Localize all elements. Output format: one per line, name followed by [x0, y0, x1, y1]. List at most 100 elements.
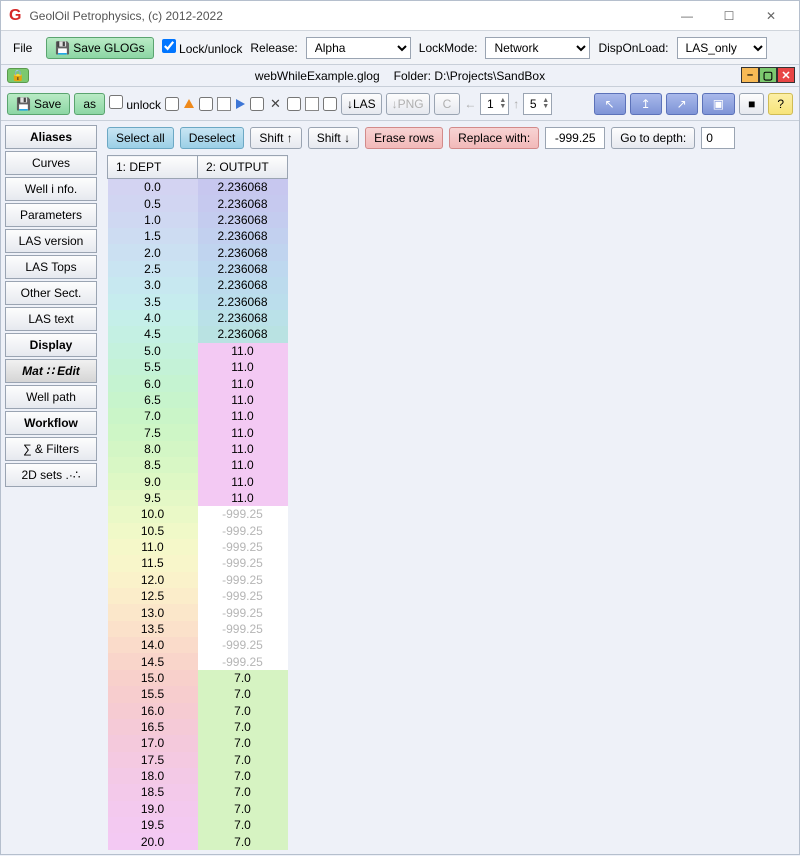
sidebar-item-display[interactable]: Display [5, 333, 97, 357]
cell-output[interactable]: 7.0 [198, 735, 288, 751]
table-row[interactable]: 19.57.0 [108, 817, 288, 833]
nav-right-spinner[interactable]: 5▲▼ [523, 93, 552, 115]
save-button[interactable]: 💾Save [7, 93, 70, 115]
cell-output[interactable]: 7.0 [198, 768, 288, 784]
sidebar-item-parameters[interactable]: Parameters [5, 203, 97, 227]
cell-output[interactable]: 7.0 [198, 752, 288, 768]
sidebar-item--filters[interactable]: ∑ & Filters [5, 437, 97, 461]
cell-output[interactable]: 11.0 [198, 441, 288, 457]
las-export-button[interactable]: ↓LAS [341, 93, 382, 115]
table-row[interactable]: 1.02.236068 [108, 212, 288, 228]
cell-output[interactable]: 2.236068 [198, 310, 288, 326]
sidebar-item-other-sect-[interactable]: Other Sect. [5, 281, 97, 305]
table-row[interactable]: 8.511.0 [108, 457, 288, 473]
orange-swatch-checkbox[interactable] [165, 97, 179, 111]
cell-output[interactable]: 7.0 [198, 703, 288, 719]
table-row[interactable]: 4.52.236068 [108, 326, 288, 342]
cell-dept[interactable]: 18.0 [108, 768, 198, 784]
cell-dept[interactable]: 14.5 [108, 653, 198, 669]
cell-output[interactable]: 7.0 [198, 686, 288, 702]
sidebar-item-2d-sets-[interactable]: 2D sets .·∴ [5, 463, 97, 487]
tool2-button[interactable]: ↥ [630, 93, 662, 115]
deselect-button[interactable]: Deselect [180, 127, 245, 149]
cell-dept[interactable]: 19.5 [108, 817, 198, 833]
cell-dept[interactable]: 16.5 [108, 719, 198, 735]
table-row[interactable]: 16.57.0 [108, 719, 288, 735]
table-row[interactable]: 18.57.0 [108, 784, 288, 800]
x-swatch-checkbox[interactable] [250, 97, 264, 111]
cell-dept[interactable]: 5.5 [108, 359, 198, 375]
replace-with-button[interactable]: Replace with: [449, 127, 539, 149]
cell-output[interactable]: 7.0 [198, 670, 288, 686]
cell-output[interactable]: -999.25 [198, 506, 288, 522]
cell-output[interactable]: 2.236068 [198, 195, 288, 211]
tool3-button[interactable]: ↗ [666, 93, 698, 115]
file-menu[interactable]: File [7, 37, 38, 59]
grey-swatch-checkbox[interactable] [287, 97, 301, 111]
sidebar-item-las-tops[interactable]: LAS Tops [5, 255, 97, 279]
cell-dept[interactable]: 7.5 [108, 424, 198, 440]
cell-dept[interactable]: 8.5 [108, 457, 198, 473]
table-row[interactable]: 10.5-999.25 [108, 523, 288, 539]
tool4-button[interactable]: ▣ [702, 93, 735, 115]
goto-depth-input[interactable] [701, 127, 735, 149]
cell-output[interactable]: 11.0 [198, 392, 288, 408]
table-row[interactable]: 15.07.0 [108, 670, 288, 686]
replace-value-input[interactable] [545, 127, 605, 149]
table-row[interactable]: 17.57.0 [108, 752, 288, 768]
table-row[interactable]: 3.02.236068 [108, 277, 288, 293]
cell-dept[interactable]: 1.0 [108, 212, 198, 228]
cell-dept[interactable]: 6.5 [108, 392, 198, 408]
cell-output[interactable]: -999.25 [198, 637, 288, 653]
cell-dept[interactable]: 12.5 [108, 588, 198, 604]
cell-dept[interactable]: 19.0 [108, 801, 198, 817]
table-row[interactable]: 17.07.0 [108, 735, 288, 751]
cell-dept[interactable]: 6.0 [108, 375, 198, 391]
table-row[interactable]: 18.07.0 [108, 768, 288, 784]
table-row[interactable]: 7.511.0 [108, 424, 288, 440]
cell-output[interactable]: 11.0 [198, 359, 288, 375]
table-row[interactable]: 13.5-999.25 [108, 621, 288, 637]
cell-dept[interactable]: 17.5 [108, 752, 198, 768]
table-row[interactable]: 13.0-999.25 [108, 604, 288, 620]
table-row[interactable]: 1.52.236068 [108, 228, 288, 244]
sidebar-item-las-version[interactable]: LAS version [5, 229, 97, 253]
minimize-button[interactable]: — [667, 4, 707, 28]
table-row[interactable]: 11.5-999.25 [108, 555, 288, 571]
cell-dept[interactable]: 3.0 [108, 277, 198, 293]
lock-icon[interactable]: 🔒 [7, 68, 29, 83]
stop-button[interactable]: ■ [739, 93, 764, 115]
cell-output[interactable]: 7.0 [198, 801, 288, 817]
table-row[interactable]: 8.011.0 [108, 441, 288, 457]
cell-dept[interactable]: 0.5 [108, 195, 198, 211]
table-row[interactable]: 16.07.0 [108, 703, 288, 719]
unlock-checkbox[interactable]: unlock [109, 95, 161, 112]
sidebar-item-well-i-nfo-[interactable]: Well i nfo. [5, 177, 97, 201]
cell-dept[interactable]: 7.0 [108, 408, 198, 424]
cell-output[interactable]: 7.0 [198, 719, 288, 735]
cell-dept[interactable]: 13.0 [108, 604, 198, 620]
table-row[interactable]: 19.07.0 [108, 801, 288, 817]
maximize-button[interactable]: ☐ [709, 4, 749, 28]
table-row[interactable]: 3.52.236068 [108, 294, 288, 310]
cell-output[interactable]: 2.236068 [198, 228, 288, 244]
cell-dept[interactable]: 1.5 [108, 228, 198, 244]
cell-output[interactable]: -999.25 [198, 653, 288, 669]
table-row[interactable]: 7.011.0 [108, 408, 288, 424]
cell-dept[interactable]: 14.0 [108, 637, 198, 653]
sidebar-item-curves[interactable]: Curves [5, 151, 97, 175]
cell-dept[interactable]: 11.5 [108, 555, 198, 571]
cell-dept[interactable]: 2.0 [108, 244, 198, 260]
cell-output[interactable]: 11.0 [198, 473, 288, 489]
cell-output[interactable]: -999.25 [198, 539, 288, 555]
table-row[interactable]: 6.511.0 [108, 392, 288, 408]
select-all-button[interactable]: Select all [107, 127, 174, 149]
cell-output[interactable]: 11.0 [198, 343, 288, 359]
table-row[interactable]: 5.511.0 [108, 359, 288, 375]
table-row[interactable]: 6.011.0 [108, 375, 288, 391]
cell-dept[interactable]: 3.5 [108, 294, 198, 310]
cell-dept[interactable]: 16.0 [108, 703, 198, 719]
cell-dept[interactable]: 2.5 [108, 261, 198, 277]
cell-output[interactable]: 7.0 [198, 833, 288, 850]
cell-output[interactable]: 2.236068 [198, 277, 288, 293]
